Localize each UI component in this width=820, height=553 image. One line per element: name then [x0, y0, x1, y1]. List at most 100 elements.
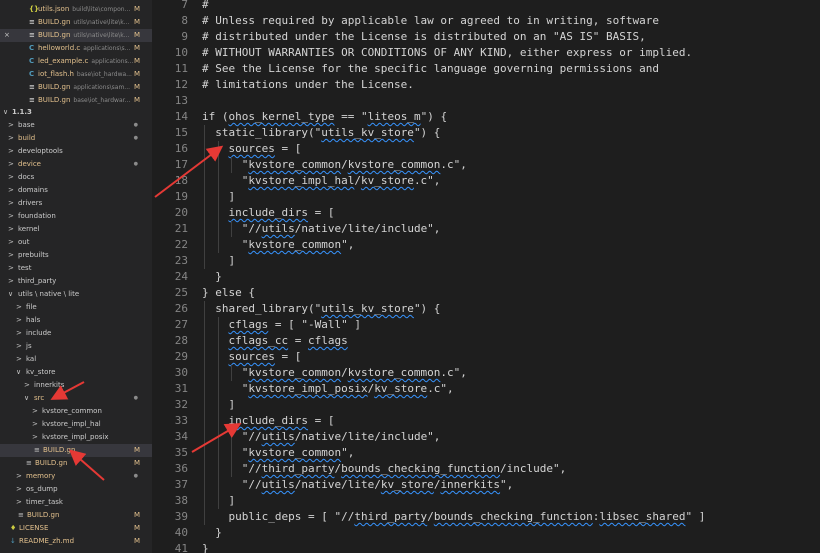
- open-editor-item[interactable]: Chelloworld.c applications\s... M: [0, 42, 152, 55]
- tree-item[interactable]: ∨ src ●: [0, 392, 152, 405]
- tree-item[interactable]: > memory ●: [0, 470, 152, 483]
- code-line[interactable]: "//utils/native/lite/include",: [202, 429, 441, 445]
- tree-item[interactable]: ≡ BUILD.gn M: [0, 509, 152, 522]
- code-line[interactable]: "kvstore_impl_hal/kv_store.c",: [202, 173, 441, 189]
- code-line[interactable]: "kvstore_common",: [202, 445, 355, 461]
- indent-guide: [218, 317, 219, 509]
- tree-item[interactable]: ≡ BUILD.gn M: [0, 444, 152, 457]
- open-editor-filename: BUILD.gn: [38, 96, 71, 104]
- open-editor-path: utils\native\lite\k...: [73, 32, 130, 39]
- code-line[interactable]: "kvstore_common/kvstore_common.c",: [202, 157, 467, 173]
- tree-item-label: kv_store: [26, 368, 56, 376]
- code-line[interactable]: include_dirs = [: [202, 205, 335, 221]
- indent-guide: [231, 221, 232, 237]
- tree-item[interactable]: > developtools: [0, 145, 152, 158]
- line-number: 17: [174, 158, 188, 171]
- tree-item[interactable]: > out: [0, 236, 152, 249]
- tree-item[interactable]: > drivers: [0, 197, 152, 210]
- tree-item[interactable]: ↓ README_zh.md M: [0, 535, 152, 548]
- code-line[interactable]: }: [202, 269, 222, 285]
- tree-item-label: kvstore_impl_hal: [42, 420, 101, 428]
- code-line[interactable]: ]: [202, 253, 235, 269]
- chevron-down-icon: ∨: [16, 368, 22, 376]
- file-type-icon: ≡: [29, 18, 35, 26]
- open-editor-name: BUILD.gn applications\sam...: [38, 81, 130, 94]
- tree-item[interactable]: > kernel: [0, 223, 152, 236]
- line-number: 32: [174, 398, 188, 411]
- chevron-right-icon: >: [8, 212, 14, 220]
- code-line[interactable]: static_library("utils_kv_store") {: [202, 125, 440, 141]
- line-number: 10: [174, 46, 188, 59]
- code-line[interactable]: # WITHOUT WARRANTIES OR CONDITIONS OF AN…: [202, 45, 692, 61]
- code-line[interactable]: # See the License for the specific langu…: [202, 61, 659, 77]
- tree-item[interactable]: ♦ LICENSE M: [0, 522, 152, 535]
- code-line[interactable]: sources = [: [202, 349, 302, 365]
- line-number: 26: [174, 302, 188, 315]
- code-line[interactable]: #: [202, 0, 209, 13]
- code-line[interactable]: }: [202, 525, 222, 541]
- open-editor-item[interactable]: ≡ BUILD.gn utils\native\lite\k... M: [0, 16, 152, 29]
- code-line[interactable]: "//utils/native/lite/include",: [202, 221, 441, 237]
- tree-item[interactable]: > device ●: [0, 158, 152, 171]
- tree-item[interactable]: > hals: [0, 314, 152, 327]
- tree-item[interactable]: > third_party: [0, 275, 152, 288]
- tree-item[interactable]: > kvstore_impl_hal: [0, 418, 152, 431]
- tree-item[interactable]: > kal: [0, 353, 152, 366]
- tree-item[interactable]: ≡ BUILD.gn M: [0, 457, 152, 470]
- code-editor[interactable]: 7 #8 # Unless required by applicable law o…: [152, 0, 820, 553]
- code-line[interactable]: "kvstore_common/kvstore_common.c",: [202, 365, 467, 381]
- tree-item[interactable]: ∨ utils \ native \ lite: [0, 288, 152, 301]
- code-line[interactable]: include_dirs = [: [202, 413, 335, 429]
- tree-item[interactable]: > build ●: [0, 132, 152, 145]
- line-number: 23: [174, 254, 188, 267]
- open-editor-path: base\iot_hardwar...: [73, 97, 131, 104]
- code-line[interactable]: if (ohos_kernel_type == "liteos_m") {: [202, 109, 447, 125]
- tree-item[interactable]: > innerkits: [0, 379, 152, 392]
- close-icon[interactable]: ×: [4, 29, 10, 42]
- code-line[interactable]: "kvstore_impl_posix/kv_store.c",: [202, 381, 454, 397]
- tree-item[interactable]: ∨ kv_store: [0, 366, 152, 379]
- open-editor-item[interactable]: × ≡ BUILD.gn utils\native\lite\k... M: [0, 29, 152, 42]
- tree-item[interactable]: > timer_task: [0, 496, 152, 509]
- tree-item[interactable]: > file: [0, 301, 152, 314]
- tree-item[interactable]: > prebuilts: [0, 249, 152, 262]
- tree-item[interactable]: > js: [0, 340, 152, 353]
- line-number: 34: [174, 430, 188, 443]
- code-line[interactable]: sources = [: [202, 141, 302, 157]
- code-line[interactable]: public_deps = [ "//third_party/bounds_ch…: [202, 509, 705, 525]
- code-line[interactable]: "kvstore_common",: [202, 237, 355, 253]
- code-line[interactable]: shared_library("utils_kv_store") {: [202, 301, 440, 317]
- open-editor-item[interactable]: Cled_example.c applications... M: [0, 55, 152, 68]
- tree-item[interactable]: > domains: [0, 184, 152, 197]
- code-line[interactable]: "//third_party/bounds_checking_function/…: [202, 461, 567, 477]
- open-editor-item[interactable]: {} utils.json build\lite\compon... M: [0, 3, 152, 16]
- tree-item[interactable]: > kvstore_common: [0, 405, 152, 418]
- open-editor-name: BUILD.gn utils\native\lite\k...: [38, 29, 129, 42]
- open-editor-item[interactable]: Ciot_flash.h base\iot_hardwa... M: [0, 68, 152, 81]
- code-line[interactable]: cflags_cc = cflags: [202, 333, 348, 349]
- line-number: 24: [174, 270, 188, 283]
- code-line[interactable]: # distributed under the License is distr…: [202, 29, 646, 45]
- file-type-icon: C: [29, 44, 35, 52]
- open-editor-item[interactable]: ≡ BUILD.gn applications\sam... M: [0, 81, 152, 94]
- workspace-root[interactable]: ∨ 1.1.3: [0, 106, 152, 119]
- explorer-sidebar: {} utils.json build\lite\compon... M ≡ BUILD.…: [0, 0, 152, 553]
- tree-item[interactable]: > os_dump: [0, 483, 152, 496]
- open-editor-name: utils.json build\lite\compon...: [38, 3, 130, 16]
- tree-item[interactable]: > foundation: [0, 210, 152, 223]
- code-line[interactable]: "//utils/native/lite/kv_store/innerkits"…: [202, 477, 514, 493]
- tree-item[interactable]: > kvstore_impl_posix: [0, 431, 152, 444]
- tree-item-label: README_zh.md: [19, 537, 75, 545]
- modified-dot-icon: ●: [133, 395, 138, 401]
- tree-item[interactable]: > base ●: [0, 119, 152, 132]
- code-line[interactable]: # limitations under the License.: [202, 77, 414, 93]
- tree-item-label: base: [18, 121, 35, 129]
- tree-item[interactable]: > docs: [0, 171, 152, 184]
- tree-item[interactable]: > include: [0, 327, 152, 340]
- code-line[interactable]: # Unless required by applicable law or a…: [202, 13, 659, 29]
- code-line[interactable]: } else {: [202, 285, 255, 301]
- code-line[interactable]: }: [202, 541, 209, 553]
- open-editor-path: base\iot_hardwa...: [76, 71, 132, 78]
- tree-item[interactable]: > test: [0, 262, 152, 275]
- code-line[interactable]: cflags = [ "-Wall" ]: [202, 317, 361, 333]
